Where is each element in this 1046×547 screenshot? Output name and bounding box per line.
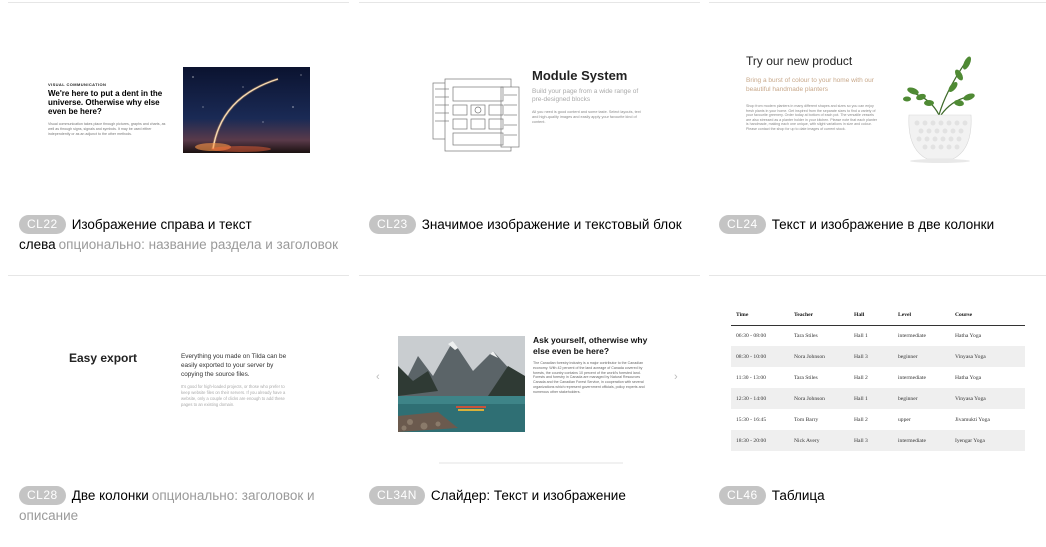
preview-subheading: Bring a burst of colour to your home wit… xyxy=(746,77,874,93)
table-cell: 08:30 - 10:00 xyxy=(731,346,794,367)
table-cell: Nora Johnson xyxy=(794,346,854,367)
table-cell: Hatha Yoga xyxy=(955,332,982,339)
slider-track xyxy=(439,462,623,464)
block-card-cl23[interactable]: Module System Build your page from a wid… xyxy=(359,3,700,273)
table-row: 15:30 - 16:45 Tom Barry Hall 2 upper Jiv… xyxy=(731,409,1025,430)
block-preview-cl24[interactable]: Try our new product Bring a burst of col… xyxy=(709,3,1046,203)
table-cell: Hall 3 xyxy=(854,346,898,367)
table-cell: beginner xyxy=(898,388,955,409)
table-row: 18:30 - 20:00 Nick Avery Hall 3 intermed… xyxy=(731,430,1025,451)
column-header: Course xyxy=(955,305,1025,326)
table-cell: Hall 1 xyxy=(854,332,868,339)
block-code-badge: CL23 xyxy=(369,215,416,234)
block-title: Слайдер: Текст и изображение xyxy=(430,488,626,503)
column-header: Time xyxy=(731,305,794,326)
table-cell: intermediate xyxy=(898,430,955,451)
block-code-badge: CL24 xyxy=(719,215,766,234)
table-cell: Jivamukti Yoga xyxy=(955,416,990,423)
block-card-cl34n[interactable]: ‹ Ask yourself, otherwise why else even … xyxy=(359,276,700,546)
table-cell: Tom Barry xyxy=(794,416,819,423)
table-cell: 11:30 - 13:00 xyxy=(736,374,766,381)
table-cell: Tara Stiles xyxy=(794,332,818,339)
table-cell: Vinyasa Yoga xyxy=(955,346,1025,367)
block-preview-cl22[interactable]: VISUAL COMMUNICATION We're here to put a… xyxy=(8,3,349,203)
block-code-badge: CL28 xyxy=(19,486,66,505)
block-preview-cl34n[interactable]: ‹ Ask yourself, otherwise why else even … xyxy=(359,276,700,476)
block-code-badge: CL34N xyxy=(369,486,425,505)
block-card-cl46[interactable]: Time Teacher Hall Level Course 06:30 - 0… xyxy=(709,276,1046,546)
table-cell: Hall 1 xyxy=(854,388,898,409)
table-row: 12:30 - 14:00 Nora Johnson Hall 1 beginn… xyxy=(731,388,1025,409)
block-card-cl24[interactable]: Try our new product Bring a burst of col… xyxy=(709,3,1046,273)
slider-prev-arrow[interactable]: ‹ xyxy=(376,371,380,383)
table-cell: beginner xyxy=(898,346,955,367)
block-caption-cl24: CL24 Текст и изображение в две колонки xyxy=(719,215,1039,235)
table-cell: 15:30 - 16:45 xyxy=(736,416,767,423)
block-title: Таблица xyxy=(771,488,825,503)
block-title: Две колонки xyxy=(71,488,149,503)
block-card-cl28[interactable]: Easy export Everything you made on Tilda… xyxy=(8,276,349,546)
table-cell: Tara Stiles xyxy=(794,374,818,381)
block-caption-cl28: CL28 Две колонки опционально: заголовок и … xyxy=(19,486,319,526)
schedule-table: Time Teacher Hall Level Course 06:30 - 0… xyxy=(731,305,1025,451)
table-cell: Nick Avery xyxy=(794,430,854,451)
block-caption-cl34n: CL34N Слайдер: Текст и изображение xyxy=(369,486,689,506)
block-preview-cl23[interactable]: Module System Build your page from a wid… xyxy=(359,3,700,203)
wireframe-illustration xyxy=(432,78,520,152)
table-row: 11:30 - 13:00 Tara Stiles Hall 2 interme… xyxy=(731,367,1025,388)
block-code-badge: CL22 xyxy=(19,215,66,234)
preview-heading: We're here to put a dent in the universe… xyxy=(48,89,163,116)
table-cell: Hatha Yoga xyxy=(955,374,982,381)
block-subtitle: опционально: название раздела и заголово… xyxy=(58,237,339,252)
table-cell: intermediate xyxy=(898,374,926,381)
preview-body: Visual communication takes place through… xyxy=(48,122,166,136)
preview-heading: Try our new product xyxy=(746,54,853,68)
preview-body: All you need is good content and some ta… xyxy=(532,110,641,124)
table-cell: Hall 2 xyxy=(854,416,868,423)
table-cell: Iyengar Yoga xyxy=(955,430,1025,451)
table-cell: 18:30 - 20:00 xyxy=(731,430,794,451)
block-preview-cl28[interactable]: Easy export Everything you made on Tilda… xyxy=(8,276,349,476)
block-caption-cl22: CL22 Изображение справа и текст слева опци… xyxy=(19,215,339,255)
preview-eyebrow: VISUAL COMMUNICATION xyxy=(48,82,107,87)
column-header: Level xyxy=(898,305,955,326)
table-header-row: Time Teacher Hall Level Course xyxy=(731,305,1025,326)
preview-body: Shop from modern planters in many differ… xyxy=(746,104,878,131)
preview-heading: Easy export xyxy=(69,351,138,365)
table-cell: Hall 2 xyxy=(854,374,868,381)
table-cell: Nora Johnson xyxy=(794,388,854,409)
block-title: Значимое изображение и текстовый блок xyxy=(421,217,682,232)
preview-subheading: Build your page from a wide range of pre… xyxy=(532,88,639,103)
preview-body: The Canadian forestry industry is a majo… xyxy=(533,361,645,394)
preview-heading: Module System xyxy=(532,68,628,83)
block-caption-cl46: CL46 Таблица xyxy=(719,486,1039,506)
table-cell: 06:30 - 08:00 xyxy=(736,332,767,339)
table-row: 06:30 - 08:00 Tara Stiles Hall 1 interme… xyxy=(731,325,1025,346)
preview-lead: Everything you made on Tilda can be easi… xyxy=(181,353,287,378)
block-title: Текст и изображение в две колонки xyxy=(771,217,995,232)
preview-body: It's good for high-loaded projects, or t… xyxy=(181,384,286,407)
plant-pot-image xyxy=(903,56,975,163)
block-code-badge: CL46 xyxy=(719,486,766,505)
slider-next-arrow[interactable]: › xyxy=(674,371,678,383)
table-cell: upper xyxy=(898,416,911,423)
table-row: 08:30 - 10:00 Nora Johnson Hall 3 beginn… xyxy=(731,346,1025,367)
block-caption-cl23: CL23 Значимое изображение и текстовый бло… xyxy=(369,215,689,235)
table-cell: intermediate xyxy=(898,332,926,339)
block-card-cl22[interactable]: VISUAL COMMUNICATION We're here to put a… xyxy=(8,3,349,273)
mountain-lake-image xyxy=(398,336,525,432)
rocket-launch-image xyxy=(183,67,310,153)
column-header: Teacher xyxy=(794,305,854,326)
table-cell: Hall 3 xyxy=(854,430,898,451)
column-header: Hall xyxy=(854,305,898,326)
block-preview-cl46[interactable]: Time Teacher Hall Level Course 06:30 - 0… xyxy=(709,276,1046,476)
preview-heading: Ask yourself, otherwise why else even be… xyxy=(533,335,648,356)
table-cell: 12:30 - 14:00 xyxy=(731,388,794,409)
table-cell: Vinyasa Yoga xyxy=(955,388,1025,409)
